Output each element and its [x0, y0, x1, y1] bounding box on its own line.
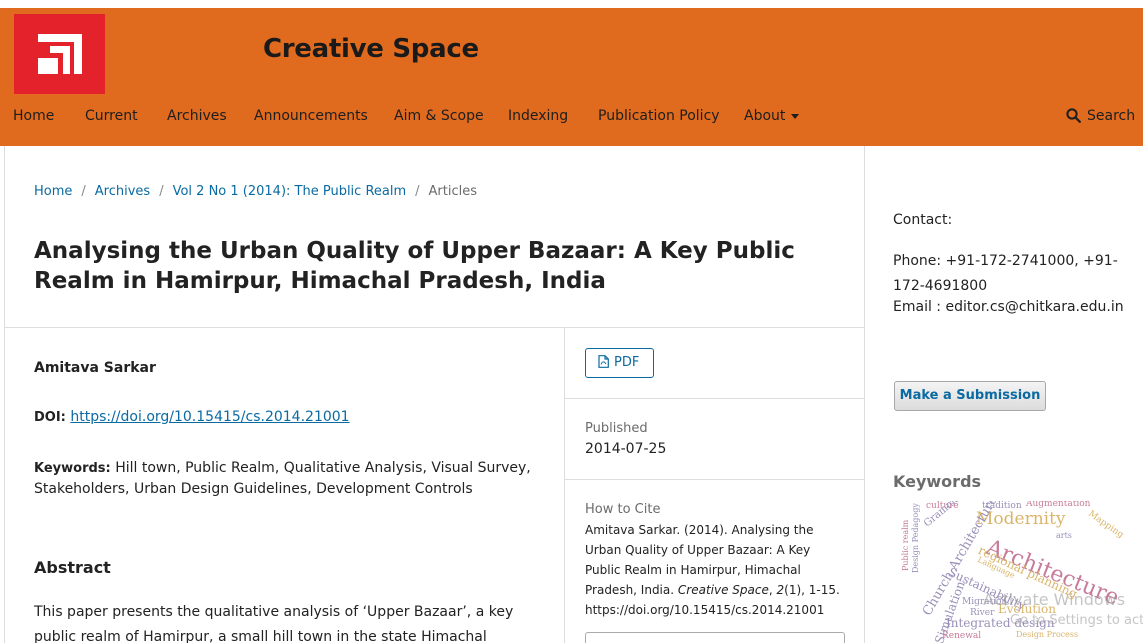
citation-format-dropdown[interactable]: [585, 632, 845, 643]
contact-email: Email : editor.cs@chitkara.edu.in: [893, 299, 1124, 315]
nav-announcements[interactable]: Announcements: [254, 108, 368, 124]
keywords-heading: Keywords: [893, 472, 982, 491]
column-divider: [564, 327, 565, 643]
published-date: 2014-07-25: [585, 441, 667, 457]
cloud-word[interactable]: Mapping: [1086, 509, 1125, 540]
contact-label: Contact:: [893, 212, 953, 228]
article-title: Analysing the Urban Quality of Upper Baz…: [34, 238, 795, 294]
site-sidebar: Contact: Phone: +91-172-2741000, +91-172…: [866, 146, 1143, 643]
breadcrumb-separator: /: [81, 184, 86, 199]
cloud-word[interactable]: Renewal: [942, 631, 981, 641]
activate-windows-hint: Go to Settings to activat: [1010, 613, 1143, 628]
pdf-label: PDF: [614, 355, 640, 370]
keywords-label: Keywords:: [34, 461, 111, 476]
keywords-line: Keywords: Hill town, Public Realm, Quali…: [34, 458, 544, 499]
nav-home[interactable]: Home: [13, 108, 54, 124]
search-label: Search: [1087, 108, 1136, 124]
citation-doi: https://doi.org/10.15415/cs.2014.21001: [585, 603, 825, 617]
divider: [565, 398, 865, 399]
citation-text: Amitava Sarkar. (2014). Analysing the Ur…: [585, 523, 840, 617]
published-label: Published: [585, 421, 648, 436]
doi-label: DOI:: [34, 410, 66, 425]
file-pdf-icon: [598, 355, 609, 368]
cloud-word[interactable]: Design Process: [1016, 630, 1078, 639]
nav-publication-policy[interactable]: Publication Policy: [598, 108, 720, 124]
breadcrumb-archives[interactable]: Archives: [95, 184, 150, 199]
divider: [565, 479, 865, 480]
citation-journal: Creative Space: [677, 583, 769, 597]
creative-space-logo-icon[interactable]: [14, 14, 105, 94]
contact-phone: Phone: +91-172-2741000, +91-172-4691800: [893, 253, 1118, 294]
cloud-word[interactable]: arts: [1056, 531, 1072, 540]
breadcrumb-home[interactable]: Home: [34, 184, 72, 199]
nav-aim-scope[interactable]: Aim & Scope: [394, 108, 484, 124]
citation-rest: (1), 1-15.: [784, 583, 840, 597]
abstract-heading: Abstract: [34, 558, 111, 577]
cloud-word[interactable]: Augmentation: [1026, 501, 1090, 509]
nav-archives[interactable]: Archives: [167, 108, 227, 124]
breadcrumb-issue[interactable]: Vol 2 No 1 (2014): The Public Realm: [173, 184, 407, 199]
chevron-down-icon: [791, 113, 800, 119]
divider: [5, 327, 864, 328]
breadcrumb-separator: /: [159, 184, 164, 199]
how-to-cite-label: How to Cite: [585, 502, 661, 517]
article-main: Home / Archives / Vol 2 No 1 (2014): The Pub…: [4, 146, 865, 643]
logo-mark-icon: [38, 34, 82, 74]
search-icon: [1066, 108, 1081, 123]
top-strip: [0, 0, 1143, 8]
search-link[interactable]: Search: [1066, 108, 1135, 124]
nav-about[interactable]: About: [744, 108, 800, 124]
site-title[interactable]: Creative Space: [263, 34, 479, 64]
doi-link[interactable]: https://doi.org/10.15415/cs.2014.21001: [70, 409, 349, 425]
citation-volume: 2: [776, 583, 785, 597]
main-nav: Home Current Archives Announcements Aim …: [0, 108, 1143, 128]
abstract-text: This paper presents the qualitative anal…: [34, 604, 514, 643]
nav-about-label: About: [744, 108, 786, 124]
nav-current[interactable]: Current: [85, 108, 138, 124]
breadcrumb-current: Articles: [428, 184, 478, 199]
make-submission-button[interactable]: Make a Submission: [894, 381, 1046, 411]
nav-indexing[interactable]: Indexing: [508, 108, 568, 124]
breadcrumb-separator: /: [415, 184, 420, 199]
activate-windows-watermark: Activate Windows: [983, 590, 1126, 609]
breadcrumb: Home / Archives / Vol 2 No 1 (2014): The Pub…: [34, 184, 477, 199]
cloud-word[interactable]: Public realm: [901, 520, 910, 571]
pdf-button[interactable]: PDF: [585, 348, 654, 378]
author-name: Amitava Sarkar: [34, 360, 156, 376]
cloud-word[interactable]: Design Pedagogy: [911, 503, 920, 573]
doi-line: DOI: https://doi.org/10.15415/cs.2014.21…: [34, 409, 350, 425]
